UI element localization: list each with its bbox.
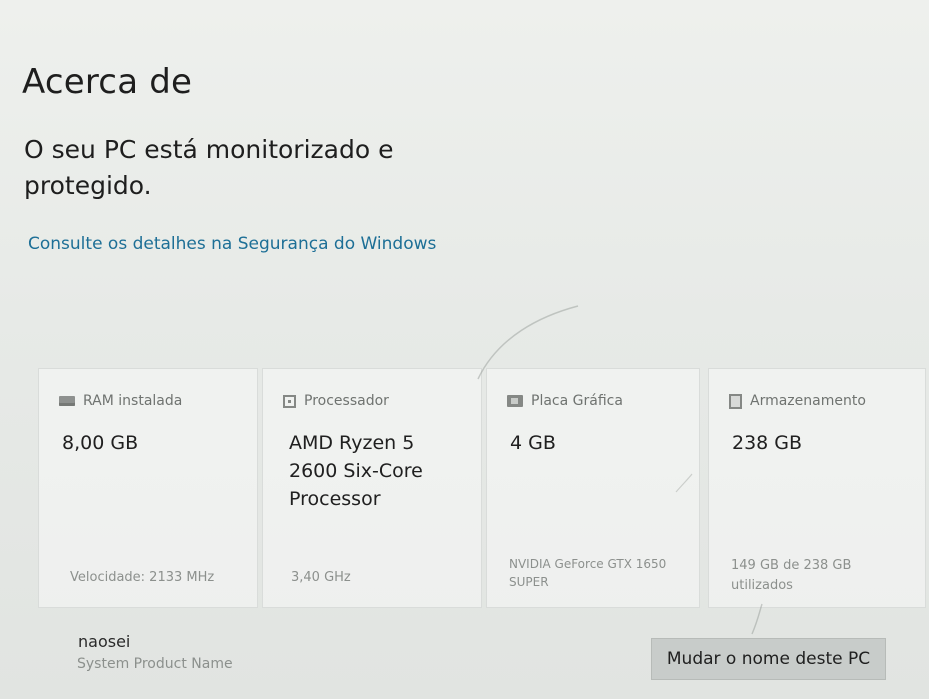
graphics-memory-value: 4 GB [510,432,556,454]
processor-card-heading: Processador [283,393,389,409]
processor-value: AMD Ryzen 5 2600 Six-Core Processor [289,432,423,510]
system-product-name: System Product Name [77,656,233,672]
ram-card-heading: RAM instalada [59,393,182,409]
pc-name: naosei [78,632,131,651]
storage-card-heading: Armazenamento [729,393,866,409]
windows-security-details-link[interactable]: Consulte os detalhes na Segurança do Win… [28,234,436,254]
storage-value: 238 GB [732,432,803,454]
hardware-summary-cards: RAM instalada 8,00 GB Velocidade: 2133 M… [38,368,926,608]
ram-value: 8,00 GB [62,432,139,454]
ram-label: RAM instalada [83,393,183,409]
graphics-card-icon [507,395,523,407]
graphics-card-heading: Placa Gráfica [507,393,623,409]
graphics-card: Placa Gráfica 4 GB NVIDIA GeForce GTX 16… [486,368,700,608]
rename-pc-button[interactable]: Mudar o nome deste PC [651,638,886,680]
ram-card: RAM instalada 8,00 GB Velocidade: 2133 M… [38,368,258,608]
processor-card: Processador AMD Ryzen 5 2600 Six-Core Pr… [262,368,482,608]
page-title: Acerca de [22,62,193,102]
storage-usage: 149 GB de 238 GB utilizados [731,558,852,593]
processor-label: Processador [304,393,389,409]
storage-icon [729,393,742,409]
ram-icon [59,396,75,406]
processor-icon [283,394,296,408]
storage-label: Armazenamento [750,393,866,409]
graphics-card-model: NVIDIA GeForce GTX 1650 SUPER [509,557,667,589]
security-status-message: O seu PC está monitorizado e protegido. [24,135,394,200]
processor-speed: 3,40 GHz [291,570,351,585]
about-page: Acerca de O seu PC está monitorizado e p… [0,0,929,699]
ram-speed: Velocidade: 2133 MHz [70,570,215,585]
graphics-label: Placa Gráfica [531,393,623,409]
storage-card: Armazenamento 238 GB 149 GB de 238 GB ut… [708,368,926,608]
